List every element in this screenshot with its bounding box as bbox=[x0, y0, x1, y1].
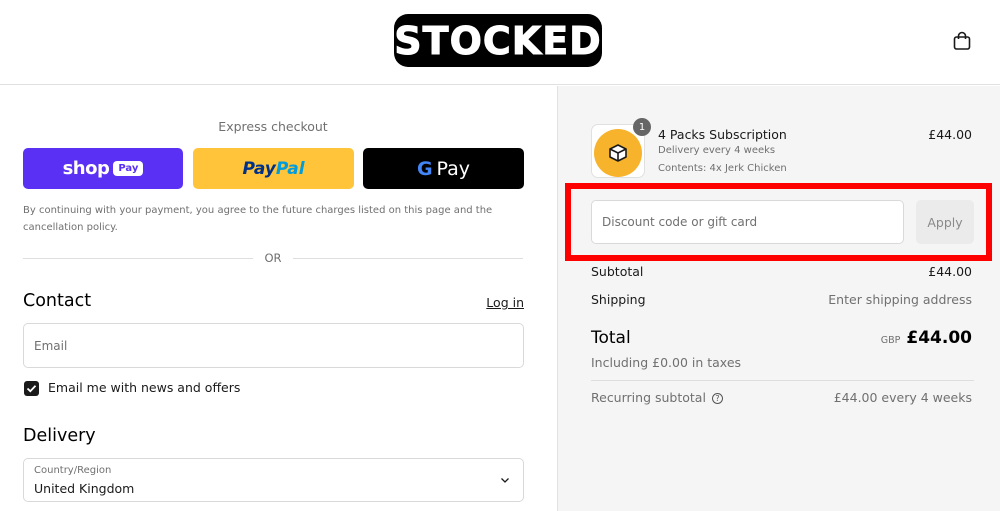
newsletter-label: Email me with news and offers bbox=[48, 380, 241, 395]
taxes-note: Including £0.00 in taxes bbox=[591, 355, 742, 370]
shipping-value: Enter shipping address bbox=[828, 292, 972, 307]
google-g-icon: G bbox=[416, 157, 433, 180]
order-summary: 1 4 Packs Subscription Delivery every 4 … bbox=[557, 86, 1000, 511]
currency-code: GBP bbox=[880, 335, 901, 346]
recurring-subtotal-label: Recurring subtotal? bbox=[591, 390, 723, 405]
consent-text: By continuing with your payment, you agr… bbox=[23, 205, 493, 233]
box-icon bbox=[609, 144, 627, 162]
product-name: 4 Packs Subscription bbox=[658, 127, 787, 142]
country-value: United Kingdom bbox=[34, 481, 135, 496]
log-in-link[interactable]: Log in bbox=[486, 295, 524, 310]
contact-heading: Contact bbox=[23, 291, 92, 311]
discount-input[interactable] bbox=[592, 201, 903, 243]
subtotal-value: £44.00 bbox=[928, 264, 972, 279]
header: STOCKED bbox=[0, 0, 1000, 85]
quantity-badge: 1 bbox=[633, 118, 651, 136]
summary-divider bbox=[591, 380, 974, 381]
product-frequency: Delivery every 4 weeks bbox=[658, 145, 776, 156]
help-icon[interactable]: ? bbox=[711, 393, 723, 404]
express-checkout-title: Express checkout bbox=[218, 119, 328, 134]
shop-pay-button[interactable]: shop Pay bbox=[23, 148, 183, 189]
email-field[interactable] bbox=[23, 323, 524, 368]
subtotal-label: Subtotal bbox=[591, 264, 644, 279]
newsletter-checkbox[interactable] bbox=[24, 381, 39, 396]
stocked-logo[interactable]: STOCKED bbox=[394, 14, 602, 67]
recurring-subtotal-value: £44.00 every 4 weeks bbox=[833, 390, 972, 405]
total-amount: £44.00 bbox=[906, 328, 972, 348]
checkout-main: Express checkout shop Pay PayPal G Pay B… bbox=[0, 86, 557, 511]
total-label: Total bbox=[591, 328, 631, 348]
chevron-down-icon bbox=[501, 478, 509, 483]
paypal-button[interactable]: PayPal bbox=[193, 148, 354, 189]
country-select[interactable]: Country/Region United Kingdom bbox=[23, 458, 524, 502]
shopping-bag-icon[interactable] bbox=[951, 30, 973, 52]
product-price: £44.00 bbox=[928, 127, 972, 142]
or-divider: OR bbox=[23, 250, 523, 268]
country-label: Country/Region bbox=[34, 465, 112, 476]
google-pay-button[interactable]: G Pay bbox=[363, 148, 524, 189]
apply-button[interactable]: Apply bbox=[916, 200, 974, 244]
discount-field[interactable] bbox=[591, 200, 904, 244]
product-contents: Contents: 4x Jerk Chicken bbox=[658, 163, 787, 174]
checkmark-icon bbox=[26, 385, 37, 393]
total-price: GBP £44.00 bbox=[881, 328, 972, 348]
shipping-label: Shipping bbox=[591, 292, 646, 307]
delivery-heading: Delivery bbox=[23, 426, 96, 446]
email-input[interactable] bbox=[24, 324, 523, 367]
